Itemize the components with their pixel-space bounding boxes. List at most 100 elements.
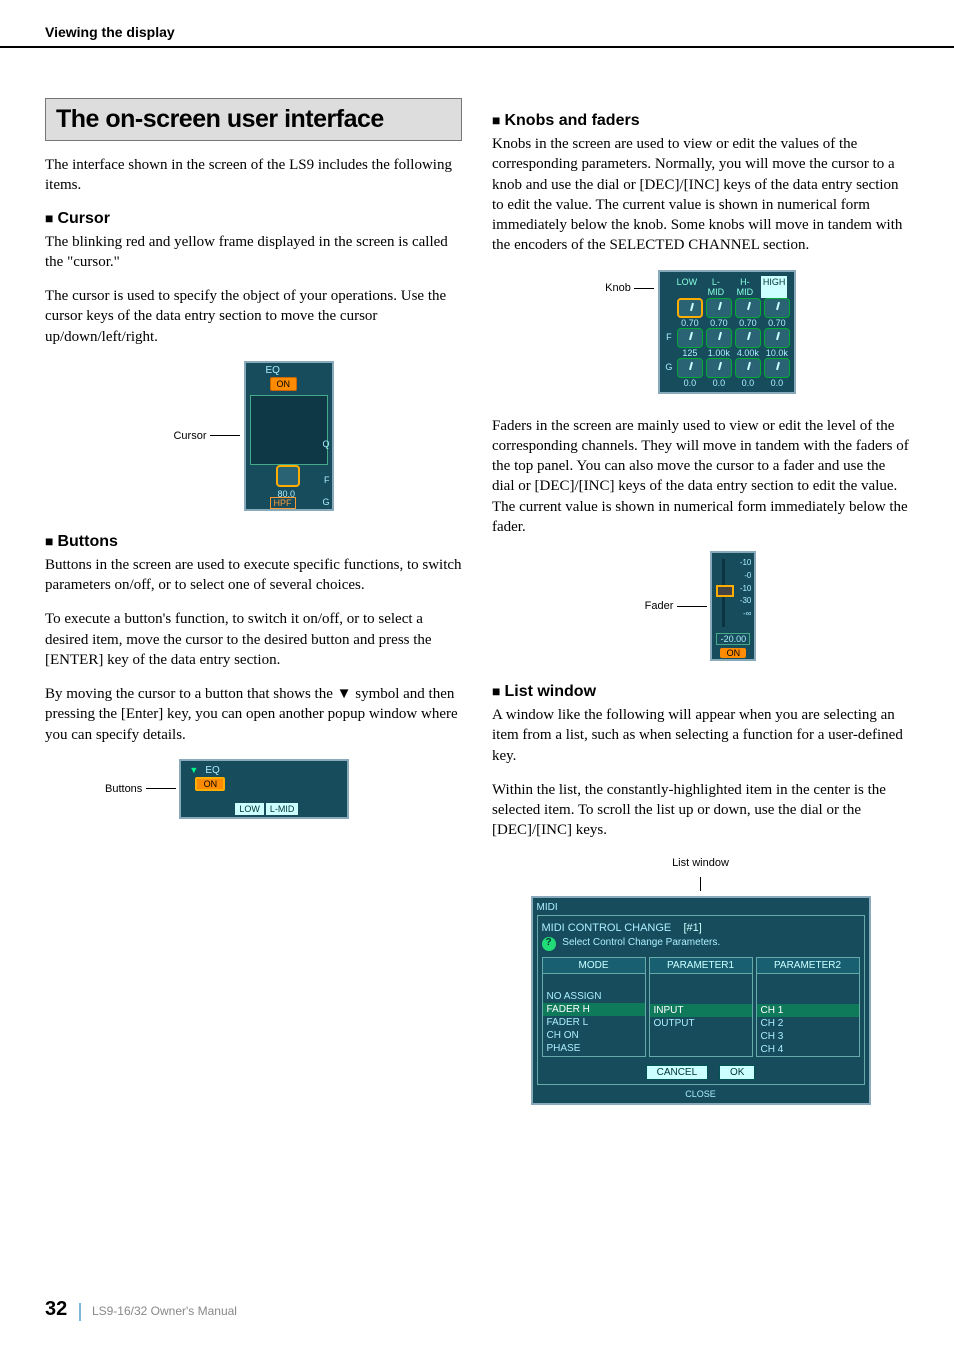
blank-q-label — [664, 298, 674, 318]
eq-on-button[interactable]: ON — [270, 377, 298, 391]
main-title-box: The on-screen user interface — [45, 98, 462, 141]
f-knob-hmid[interactable] — [735, 328, 761, 348]
g-side-label: G — [322, 497, 329, 507]
g-knob-high[interactable] — [764, 358, 790, 378]
buttons-p1: Buttons in the screen are used to execut… — [45, 555, 462, 596]
list-item[interactable]: CH 2 — [757, 1017, 859, 1030]
fader-figure: Fader -10 -0 -10 -30 -∞ -20.00 ON — [492, 551, 909, 661]
q-knob-hmid[interactable] — [735, 298, 761, 318]
fader-on-button[interactable]: ON — [720, 648, 746, 658]
list-item-selected[interactable]: FADER H — [543, 1003, 645, 1016]
left-column: The on-screen user interface The interfa… — [45, 98, 462, 1105]
on-button-2[interactable]: ON — [195, 777, 225, 791]
f-knob-low[interactable] — [677, 328, 703, 348]
buttons-p3: By moving the cursor to a button that sh… — [45, 684, 462, 745]
list-subtitle: Select Control Change Parameters. — [562, 937, 720, 948]
list-item[interactable]: PHASE — [543, 1042, 645, 1055]
eq-label-2: EQ — [205, 765, 219, 776]
list-item[interactable]: NO ASSIGN — [543, 990, 645, 1003]
f-val-2: 4.00k — [735, 348, 761, 358]
list-col-param1[interactable]: PARAMETER1 INPUT OUTPUT — [649, 957, 753, 1057]
knobs-heading: ■Knobs and faders — [492, 112, 909, 130]
list-col-param2[interactable]: PARAMETER2 CH 1 CH 2 CH 3 CH 4 — [756, 957, 860, 1057]
q-val-3: 0.70 — [764, 318, 790, 328]
list-item[interactable]: CH 4 — [757, 1043, 859, 1056]
tab-lmid[interactable]: L-MID — [266, 803, 299, 815]
fader-handle[interactable] — [716, 585, 734, 597]
fader-fig-label: Fader — [645, 600, 674, 612]
q-knob-lmid[interactable] — [706, 298, 732, 318]
page-footer: 32 LS9-16/32 Owner's Manual — [45, 1298, 237, 1321]
q-side-label: Q — [322, 439, 329, 449]
list-heading: ■List window — [492, 683, 909, 701]
f-val-0: 125 — [677, 348, 703, 358]
buttons-figure: Buttons ▼ EQ ON LOW L-MID — [45, 759, 462, 819]
buttons-p2: To execute a button's function, to switc… — [45, 609, 462, 670]
g-knob-low[interactable] — [677, 358, 703, 378]
cursor-figure: Cursor EQ ON Q F G 80.0 HPF — [45, 361, 462, 511]
list-p2: Within the list, the constantly-highligh… — [492, 780, 909, 841]
f-knob-high[interactable] — [764, 328, 790, 348]
cursor-fig-label: Cursor — [173, 430, 206, 442]
dropdown-triangle-icon: ▼ — [189, 765, 198, 775]
param1-hdr: PARAMETER1 — [650, 958, 752, 974]
g-val-1: 0.0 — [706, 378, 732, 388]
f-side-label: F — [324, 475, 330, 485]
f-val-1: 1.00k — [706, 348, 732, 358]
tab-low[interactable]: LOW — [235, 803, 264, 815]
band-high: HIGH — [761, 276, 787, 298]
buttons-fig-label: Buttons — [105, 783, 142, 795]
cancel-button[interactable]: CANCEL — [646, 1065, 709, 1080]
list-win-title-b: [#1] — [684, 922, 702, 934]
q-knob-high[interactable] — [764, 298, 790, 318]
list-window-panel: MIDI MIDI CONTROL CHANGE [#1] ? Select C… — [531, 896, 871, 1105]
intro-text: The interface shown in the screen of the… — [45, 155, 462, 196]
list-item-selected[interactable]: INPUT — [650, 1004, 752, 1017]
fader-scale: -10 -0 -10 -30 -∞ — [740, 557, 752, 621]
list-p1: A window like the following will appear … — [492, 705, 909, 766]
right-column: ■Knobs and faders Knobs in the screen ar… — [492, 98, 909, 1105]
q-val-1: 0.70 — [706, 318, 732, 328]
g-row-label: G — [664, 358, 674, 378]
manual-title: LS9-16/32 Owner's Manual — [92, 1304, 237, 1318]
g-val-3: 0.0 — [764, 378, 790, 388]
knobs-figure: Knob LOW L-MID H-MID HIGH 0.70 — [492, 270, 909, 394]
list-item[interactable]: CH ON — [543, 1029, 645, 1042]
q-knob-low[interactable] — [677, 298, 703, 318]
hpf-button[interactable]: HPF — [270, 497, 296, 509]
list-item-selected[interactable]: CH 1 — [757, 1004, 859, 1017]
knob-fig-label: Knob — [605, 282, 631, 294]
q-val-2: 0.70 — [735, 318, 761, 328]
g-knob-lmid[interactable] — [706, 358, 732, 378]
close-label: CLOSE — [537, 1089, 865, 1099]
eq-title-label: EQ — [266, 365, 280, 376]
list-fig-label: List window — [672, 857, 729, 869]
list-item[interactable]: FADER L — [543, 1016, 645, 1029]
list-win-title-a: MIDI CONTROL CHANGE — [542, 922, 672, 934]
g-knob-hmid[interactable] — [735, 358, 761, 378]
f-row-label: F — [664, 328, 674, 348]
f-knob-lmid[interactable] — [706, 328, 732, 348]
param2-hdr: PARAMETER2 — [757, 958, 859, 974]
cursor-highlighted-knob[interactable] — [276, 465, 300, 487]
eq-curve-area — [250, 395, 328, 465]
knobs-p1: Knobs in the screen are used to view or … — [492, 134, 909, 256]
list-item[interactable]: CH 3 — [757, 1030, 859, 1043]
g-val-0: 0.0 — [677, 378, 703, 388]
page-number: 32 — [45, 1298, 67, 1320]
buttons-heading: ■Buttons — [45, 533, 462, 551]
f-val-3: 10.0k — [764, 348, 790, 358]
ok-button[interactable]: OK — [719, 1065, 755, 1080]
cursor-p1: The blinking red and yellow frame displa… — [45, 232, 462, 273]
list-col-mode[interactable]: MODE NO ASSIGN FADER H FADER L CH ON PHA… — [542, 957, 646, 1057]
main-title: The on-screen user interface — [56, 105, 451, 134]
fader-value: -20.00 — [716, 633, 750, 645]
cursor-heading: ■Cursor — [45, 210, 462, 228]
g-val-2: 0.0 — [735, 378, 761, 388]
band-lmid: L-MID — [703, 276, 729, 298]
help-icon: ? — [542, 937, 556, 951]
list-item[interactable]: OUTPUT — [650, 1017, 752, 1030]
band-low: LOW — [674, 276, 700, 298]
list-topbar: MIDI — [537, 902, 865, 913]
cursor-p2: The cursor is used to specify the object… — [45, 286, 462, 347]
